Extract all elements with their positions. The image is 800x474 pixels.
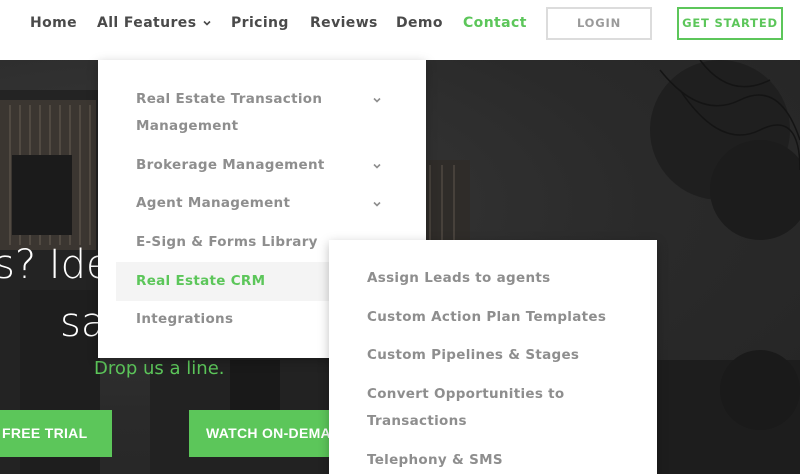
nav-home[interactable]: Home	[30, 14, 77, 32]
submenu-item-label-line1: Convert Opportunities to	[367, 386, 565, 402]
menu-item-brokerage-management[interactable]: Brokerage Management	[136, 152, 325, 179]
login-button[interactable]: LOGIN	[546, 7, 652, 40]
chevron-down-icon	[203, 20, 212, 26]
nav-all-features-label: All Features	[97, 15, 197, 31]
crm-submenu: Assign Leads to agents Custom Action Pla…	[329, 240, 657, 474]
menu-item-integrations[interactable]: Integrations	[136, 306, 233, 333]
menu-item-label-line1: Real Estate Transaction	[136, 91, 323, 107]
chevron-down-icon[interactable]	[372, 95, 382, 105]
menu-item-agent-management[interactable]: Agent Management	[136, 190, 290, 217]
site-header: Home All Features Pricing Reviews Demo C…	[0, 0, 800, 60]
nav-all-features[interactable]: All Features	[97, 14, 212, 32]
submenu-item-label-line2: Transactions	[367, 413, 467, 429]
hero-drop-line: Drop us a line.	[94, 358, 225, 379]
submenu-item-action-plan-templates[interactable]: Custom Action Plan Templates	[367, 304, 606, 331]
nav-reviews[interactable]: Reviews	[310, 14, 378, 32]
submenu-item-convert-opportunities[interactable]: Convert Opportunities to Transactions	[367, 381, 565, 435]
submenu-item-assign-leads[interactable]: Assign Leads to agents	[367, 265, 550, 292]
submenu-item-pipelines-stages[interactable]: Custom Pipelines & Stages	[367, 342, 579, 369]
nav-pricing[interactable]: Pricing	[231, 14, 289, 32]
submenu-item-telephony-sms[interactable]: Telephony & SMS	[367, 447, 503, 474]
menu-item-label-line2: Management	[136, 118, 239, 134]
hero-headline-line1: s? Ide	[0, 242, 111, 288]
chevron-down-icon[interactable]	[372, 161, 382, 171]
menu-item-esign-forms[interactable]: E-Sign & Forms Library	[136, 229, 318, 256]
watch-on-demand-button[interactable]: WATCH ON-DEMAND	[189, 410, 349, 457]
nav-demo[interactable]: Demo	[396, 14, 443, 32]
menu-item-transaction-management[interactable]: Real Estate Transaction Management	[136, 86, 322, 140]
nav-contact[interactable]: Contact	[463, 14, 527, 32]
menu-item-real-estate-crm[interactable]: Real Estate CRM	[116, 262, 336, 301]
chevron-down-icon[interactable]	[372, 199, 382, 209]
get-started-button[interactable]: GET STARTED	[677, 7, 783, 40]
free-trial-button[interactable]: FREE TRIAL	[0, 410, 112, 457]
